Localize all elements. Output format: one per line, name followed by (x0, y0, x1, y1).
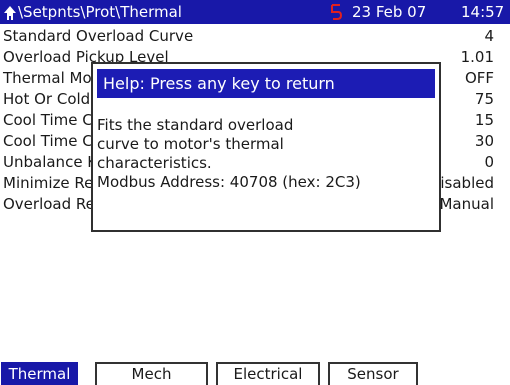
tab-thermal[interactable]: Thermal (1, 362, 78, 385)
tab-mech[interactable]: Mech (95, 362, 208, 385)
header-bar: \Setpnts\Prot\Thermal 23 Feb 07 14:57 (0, 0, 510, 24)
alarm-indicator-icon (330, 3, 343, 21)
header-date: 23 Feb 07 (352, 3, 427, 21)
tab-sensor[interactable]: Sensor (328, 362, 418, 385)
setpoint-value: 75 (474, 90, 494, 108)
help-text-line: Modbus Address: 40708 (hex: 2C3) (97, 173, 361, 191)
setpoint-value: 0 (484, 153, 494, 171)
setpoint-value: 1.01 (460, 48, 494, 66)
setpoint-row[interactable]: Standard Overload Curve 4 (0, 26, 510, 47)
help-text-line: characteristics. (97, 154, 212, 172)
header-time: 14:57 (461, 3, 505, 21)
breadcrumb-path: \Setpnts\Prot\Thermal (18, 3, 182, 21)
tab-electrical[interactable]: Electrical (216, 362, 320, 385)
setpoint-value: Manual (439, 195, 494, 213)
home-icon[interactable] (3, 4, 17, 20)
help-dialog-body: Fits the standard overload curve to moto… (97, 116, 427, 192)
setpoint-value: 15 (474, 111, 494, 129)
tab-bar: Thermal Mech Electrical Sensor (0, 362, 510, 385)
help-text-line: curve to motor's thermal (97, 135, 284, 153)
help-text-line: Fits the standard overload (97, 116, 294, 134)
help-dialog[interactable]: Help: Press any key to return Fits the s… (91, 62, 441, 232)
setpoint-value: OFF (464, 69, 494, 87)
setpoint-value: 30 (474, 132, 494, 150)
setpoint-value: 4 (484, 27, 494, 45)
setpoint-label: Standard Overload Curve (3, 27, 194, 45)
help-dialog-title: Help: Press any key to return (97, 69, 435, 98)
